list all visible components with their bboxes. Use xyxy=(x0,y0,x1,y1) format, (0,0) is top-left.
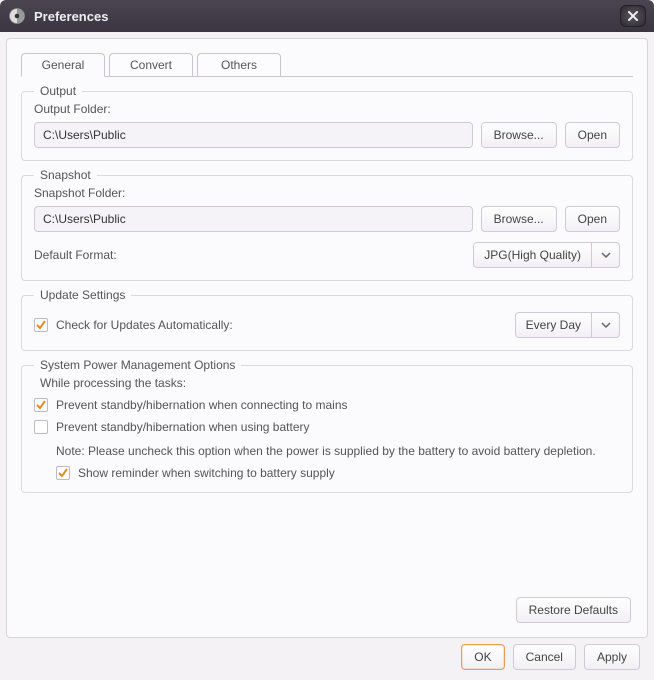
snapshot-browse-button[interactable]: Browse... xyxy=(481,206,557,232)
check-updates-label: Check for Updates Automatically: xyxy=(56,318,233,332)
output-group: Output Output Folder: Browse... Open xyxy=(21,91,633,161)
snapshot-folder-label: Snapshot Folder: xyxy=(34,186,620,200)
window-title: Preferences xyxy=(34,9,620,24)
output-folder-input[interactable] xyxy=(34,122,473,148)
tab-general[interactable]: General xyxy=(21,53,105,77)
prevent-battery-checkbox[interactable] xyxy=(34,420,48,434)
power-group: System Power Management Options While pr… xyxy=(21,365,633,493)
snapshot-legend: Snapshot xyxy=(34,168,97,182)
app-icon xyxy=(8,7,26,25)
tab-convert[interactable]: Convert xyxy=(109,53,193,77)
dialog-buttons: OK Cancel Apply xyxy=(0,644,654,680)
power-legend: System Power Management Options xyxy=(34,358,241,372)
output-legend: Output xyxy=(34,84,82,98)
chevron-down-icon[interactable] xyxy=(592,242,620,268)
prevent-mains-checkbox[interactable] xyxy=(34,398,48,412)
output-open-button[interactable]: Open xyxy=(565,122,620,148)
update-group: Update Settings Check for Updates Automa… xyxy=(21,295,633,351)
apply-button[interactable]: Apply xyxy=(584,644,640,670)
check-updates-checkbox[interactable] xyxy=(34,318,48,332)
close-button[interactable] xyxy=(620,5,646,27)
update-interval-value: Every Day xyxy=(515,312,592,338)
tab-bar: General Convert Others xyxy=(21,53,633,77)
snapshot-group: Snapshot Snapshot Folder: Browse... Open… xyxy=(21,175,633,281)
cancel-button[interactable]: Cancel xyxy=(513,644,576,670)
default-format-label: Default Format: xyxy=(34,248,117,262)
prevent-mains-label: Prevent standby/hibernation when connect… xyxy=(56,398,348,412)
output-browse-button[interactable]: Browse... xyxy=(481,122,557,148)
default-format-select[interactable]: JPG(High Quality) xyxy=(473,242,620,268)
output-folder-label: Output Folder: xyxy=(34,102,620,116)
chevron-down-icon[interactable] xyxy=(592,312,620,338)
default-format-value: JPG(High Quality) xyxy=(473,242,592,268)
show-reminder-label: Show reminder when switching to battery … xyxy=(78,466,335,480)
while-processing-label: While processing the tasks: xyxy=(40,376,620,390)
battery-note: Note: Please uncheck this option when th… xyxy=(56,444,620,458)
title-bar: Preferences xyxy=(0,0,654,32)
restore-defaults-button[interactable]: Restore Defaults xyxy=(516,597,631,623)
update-interval-select[interactable]: Every Day xyxy=(515,312,620,338)
content-frame: General Convert Others Output Output Fol… xyxy=(6,38,648,638)
prevent-battery-label: Prevent standby/hibernation when using b… xyxy=(56,420,310,434)
update-legend: Update Settings xyxy=(34,288,131,302)
ok-button[interactable]: OK xyxy=(461,644,504,670)
tab-others[interactable]: Others xyxy=(197,53,281,77)
snapshot-open-button[interactable]: Open xyxy=(565,206,620,232)
snapshot-folder-input[interactable] xyxy=(34,206,473,232)
show-reminder-checkbox[interactable] xyxy=(56,466,70,480)
